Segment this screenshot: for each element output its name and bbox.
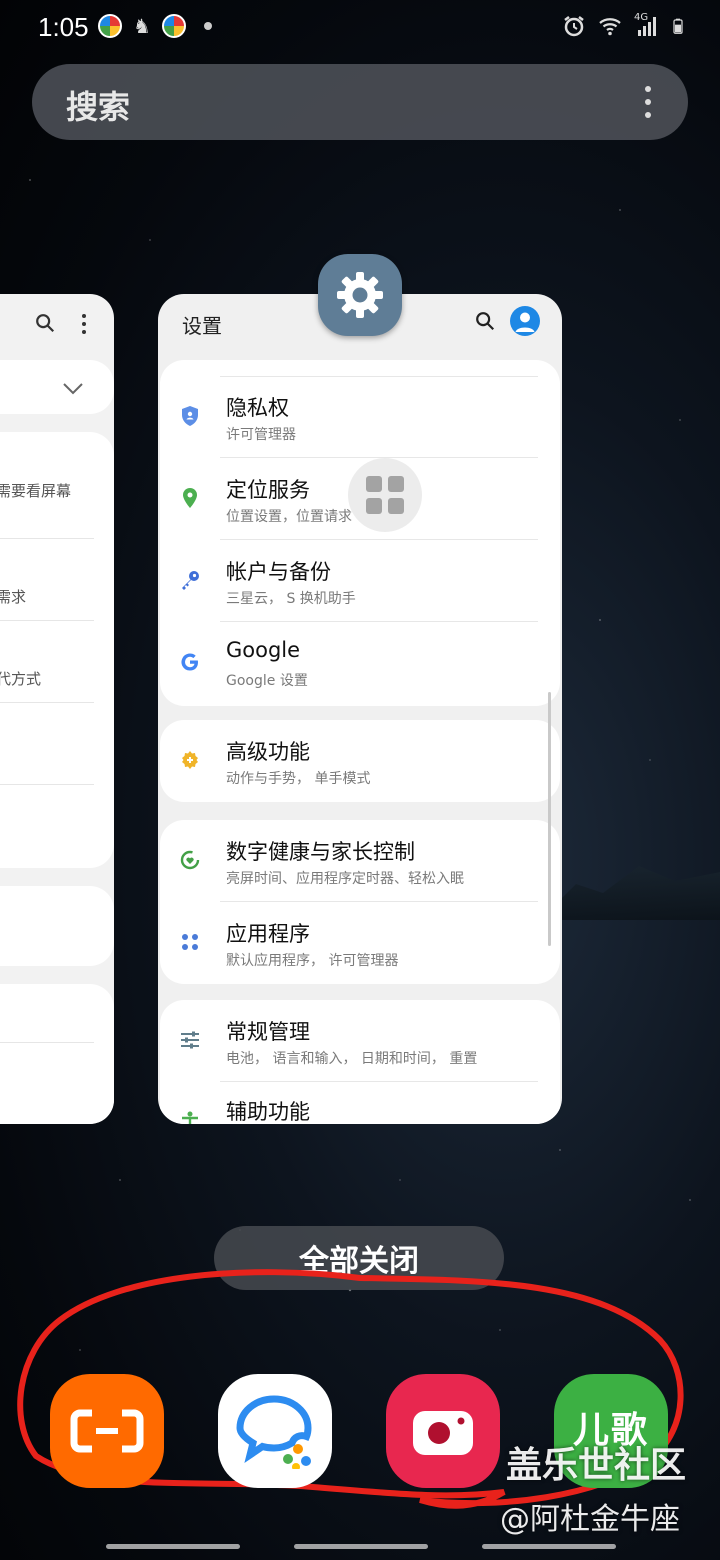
item-subtitle: 位置设置，位置请求 <box>226 509 352 525</box>
account-avatar-icon[interactable] <box>510 306 540 336</box>
watermark-author: @阿杜金牛座 <box>500 1502 680 1537</box>
camera-icon <box>413 1411 473 1455</box>
nav-recent-pill[interactable] <box>106 1544 240 1549</box>
search-icon[interactable] <box>474 310 496 332</box>
signal-4g-icon: 4G <box>634 12 660 38</box>
settings-group: 隐私权 许可管理器 定位服务 位置设置，位置请求 帐户与备份 三星云， S 换机… <box>160 360 560 706</box>
item-title: 定位服务 <box>226 478 310 502</box>
recent-app-card-left[interactable]: 需要看屏幕 需求 代方式 <box>0 294 114 1124</box>
settings-group: 数字健康与家长控制 亮屏时间、应用程序定时器、轻松入眠 应用程序 默认应用程序，… <box>160 820 560 984</box>
list-panel <box>0 886 114 966</box>
watermark-community: 盖乐世社区 <box>506 1445 687 1486</box>
item-subtitle: Google 设置 <box>226 673 308 689</box>
settings-item-apps[interactable]: 应用程序 默认应用程序， 许可管理器 <box>160 902 560 984</box>
search-placeholder: 搜索 <box>66 88 131 126</box>
search-bar[interactable]: 搜索 <box>32 64 688 140</box>
item-title: 常规管理 <box>226 1020 310 1044</box>
settings-group: 高级功能 动作与手势， 单手模式 <box>160 720 560 802</box>
floating-apps-grid-icon[interactable] <box>348 458 422 532</box>
item-title: 应用程序 <box>226 922 310 946</box>
divider <box>0 784 94 785</box>
divider <box>0 620 94 621</box>
sliders-icon <box>181 1031 199 1049</box>
item-subtitle: 三星云， S 换机助手 <box>226 591 356 607</box>
person-icon: ♞ <box>133 14 151 38</box>
close-all-button[interactable]: 全部关闭 <box>214 1226 504 1290</box>
item-subtitle: 动作与手势， 单手模式 <box>226 771 371 787</box>
settings-item-accessibility[interactable]: 辅助功能 <box>160 1082 560 1124</box>
settings-item-general-management[interactable]: 常规管理 电池， 语言和输入， 日期和时间， 重置 <box>160 1000 560 1082</box>
list-panel <box>0 984 114 1124</box>
settings-item-google[interactable]: Google Google 设置 <box>160 622 560 704</box>
recent-app-card-settings[interactable]: 设置 隐私权 许可管理器 定位服务 位置设置，位置请求 帐户与备份 三星云， S… <box>158 294 562 1124</box>
google-icon <box>181 653 198 671</box>
dot-icon <box>204 22 212 30</box>
dock-app-camera[interactable] <box>386 1374 500 1488</box>
list-item: 代方式 <box>0 670 42 688</box>
settings-item-advanced-features[interactable]: 高级功能 动作与手势， 单手模式 <box>160 720 560 802</box>
item-title: Google <box>226 638 301 662</box>
item-subtitle: 许可管理器 <box>226 427 296 443</box>
settings-item-privacy[interactable]: 隐私权 许可管理器 <box>160 376 560 458</box>
alarm-icon <box>564 16 584 37</box>
list-item: 需求 <box>0 588 27 606</box>
nav-home-pill[interactable] <box>294 1544 428 1549</box>
chat-bubble-icon <box>236 1395 312 1469</box>
more-options-icon <box>82 314 88 334</box>
item-title: 数字健康与家长控制 <box>226 840 415 864</box>
list-item: 需要看屏幕 <box>0 482 72 500</box>
gear-icon <box>337 272 383 318</box>
more-options-icon[interactable] <box>638 86 658 118</box>
nav-back-pill[interactable] <box>482 1544 616 1549</box>
item-title: 隐私权 <box>226 396 289 420</box>
list-panel: 需要看屏幕 需求 代方式 <box>0 432 114 868</box>
dock-app-chat[interactable] <box>218 1374 332 1488</box>
item-subtitle: 亮屏时间、应用程序定时器、轻松入眠 <box>226 871 464 887</box>
divider <box>0 1042 94 1043</box>
dock-app-alibaba-cloud[interactable] <box>50 1374 164 1488</box>
divider <box>0 702 94 703</box>
settings-app-icon[interactable] <box>318 254 402 336</box>
system-icons: 4G <box>562 12 688 38</box>
key-icon <box>182 571 199 590</box>
colorful-app-icon <box>98 14 122 38</box>
location-pin-icon <box>183 488 197 508</box>
search-icon <box>36 314 55 333</box>
wallpaper-mountain <box>540 866 720 920</box>
colorful-app-icon <box>162 14 186 38</box>
item-subtitle: 默认应用程序， 许可管理器 <box>226 953 399 969</box>
status-bar: 1:05 ♞ 4G <box>0 0 720 56</box>
apps-grid-icon <box>182 934 198 950</box>
divider <box>0 538 94 539</box>
item-title: 辅助功能 <box>226 1100 310 1124</box>
item-title: 帐户与备份 <box>226 560 331 584</box>
alibaba-cloud-icon <box>70 1409 144 1453</box>
accessibility-icon <box>182 1111 198 1124</box>
wellbeing-icon <box>180 850 200 870</box>
collapsed-section <box>0 360 114 414</box>
battery-icon <box>673 18 683 34</box>
notification-icons: ♞ <box>98 14 212 38</box>
chevron-down-icon <box>63 383 83 395</box>
shield-icon <box>182 406 198 426</box>
item-subtitle: 电池， 语言和输入， 日期和时间， 重置 <box>226 1051 478 1067</box>
wifi-icon <box>599 18 621 36</box>
scrollbar[interactable] <box>548 692 551 946</box>
settings-group: 常规管理 电池， 语言和输入， 日期和时间， 重置 辅助功能 <box>160 1000 560 1124</box>
settings-item-digital-wellbeing[interactable]: 数字健康与家长控制 亮屏时间、应用程序定时器、轻松入眠 <box>160 820 560 902</box>
status-time: 1:05 <box>38 12 89 42</box>
item-title: 高级功能 <box>226 740 310 764</box>
gear-plus-icon <box>182 751 198 769</box>
card-title: 设置 <box>182 314 222 338</box>
settings-item-accounts-backup[interactable]: 帐户与备份 三星云， S 换机助手 <box>160 540 560 622</box>
